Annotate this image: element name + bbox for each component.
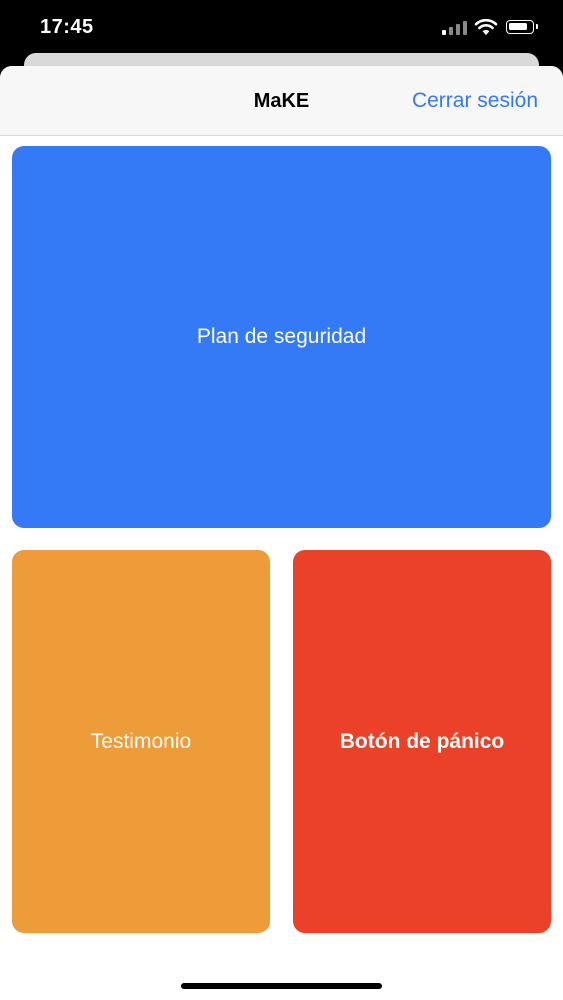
security-plan-label: Plan de seguridad xyxy=(196,325,367,348)
panic-button-tile[interactable]: Botón de pánico xyxy=(293,550,551,933)
status-time: 17:45 xyxy=(40,16,94,38)
testimony-label: Testimonio xyxy=(90,729,192,753)
status-bar: 17:45 xyxy=(0,0,563,56)
navigation-bar: MaKE Cerrar sesión xyxy=(0,66,563,136)
security-plan-tile[interactable]: Plan de seguridad xyxy=(12,146,551,528)
battery-icon xyxy=(506,20,538,34)
testimony-tile[interactable]: Testimonio xyxy=(12,550,270,933)
panic-button-label: Botón de pánico xyxy=(339,729,505,753)
home-indicator[interactable] xyxy=(181,983,382,989)
modal-sheet: MaKE Cerrar sesión Plan de seguridad Tes… xyxy=(0,66,563,1000)
logout-button[interactable]: Cerrar sesión xyxy=(412,89,538,113)
wifi-icon xyxy=(474,18,498,35)
cellular-signal-icon xyxy=(442,21,468,35)
